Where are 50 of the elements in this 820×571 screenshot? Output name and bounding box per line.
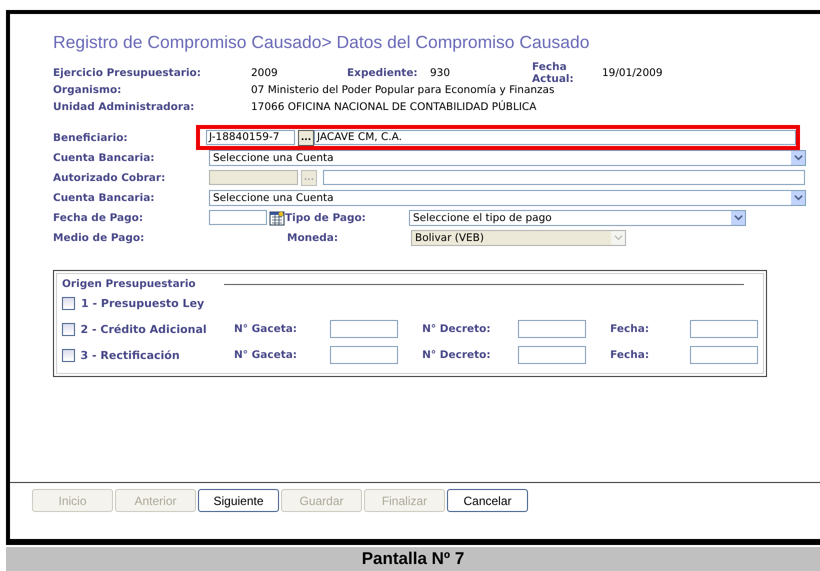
input-field[interactable]: J-18840159-7 (206, 130, 295, 145)
field-label: Tipo de Pago: (285, 212, 367, 224)
account-dropdown[interactable]: Seleccione una Cuenta (209, 190, 806, 206)
input-field[interactable] (518, 320, 586, 338)
input-field[interactable] (330, 320, 398, 338)
input-field[interactable] (690, 320, 758, 338)
field-label: Fecha: (610, 323, 650, 335)
checkbox-label: 1 - Presupuesto Ley (81, 296, 206, 310)
checkbox[interactable] (62, 322, 75, 336)
field-label: Unidad Administradora: (53, 100, 196, 112)
section-title: Origen Presupuestario (62, 278, 196, 290)
nav-button[interactable]: Siguiente (198, 489, 279, 512)
input-field[interactable] (518, 346, 586, 364)
field-label: Fecha de Pago: (53, 212, 144, 224)
field-value: 17066 OFICINA NACIONAL DE CONTABILIDAD PÚBLICA (251, 100, 536, 112)
field-label: Cuenta Bancaria: (53, 192, 156, 204)
field-value: 07 Ministerio del Poder Popular para Economía y Finanzas (251, 84, 554, 96)
page-title: Registro de Compromiso Causado> Datos del Compromiso Causado (53, 32, 590, 53)
date-field[interactable] (209, 210, 267, 225)
field-value: 930 (430, 66, 452, 78)
field-label: Fecha: (610, 349, 650, 361)
lookup-button[interactable]: ... (298, 130, 314, 146)
field-value: 19/01/2009 (602, 66, 663, 78)
field-label: N° Decreto: (422, 323, 492, 335)
account-dropdown[interactable]: Seleccione una Cuenta (209, 150, 806, 166)
checkbox[interactable] (62, 296, 75, 310)
field-label: Beneficiario: (53, 132, 129, 144)
input-field[interactable] (330, 346, 398, 364)
field-label: Cuenta Bancaria: (53, 152, 156, 164)
input-field[interactable]: JACAVE CM, C.A. (314, 130, 796, 145)
field-value: 2009 (251, 66, 279, 78)
payment-type-dropdown[interactable]: Seleccione el tipo de pago (409, 210, 746, 226)
nav-button[interactable]: Cancelar (447, 489, 528, 512)
field-label: N° Gaceta: (234, 323, 298, 335)
calendar-icon[interactable] (269, 210, 285, 226)
field-label: Moneda: (287, 232, 340, 244)
field-label: Fecha Actual: (532, 60, 575, 84)
field-label: Ejercicio Presupuestario: (53, 66, 202, 78)
checkbox[interactable] (62, 348, 75, 362)
caption: Pantalla Nº 7 (6, 547, 820, 571)
field-label: N° Gaceta: (234, 349, 298, 361)
field-label: N° Decreto: (422, 349, 492, 361)
input-field[interactable] (323, 170, 805, 185)
checkbox-label: 2 - Crédito Adicional (80, 322, 208, 336)
field-label: Organismo: (53, 84, 122, 96)
field-label: Medio de Pago: (53, 232, 146, 244)
field-label: Autorizado Cobrar: (53, 172, 166, 184)
checkbox-label: 3 - Rectificación (80, 348, 181, 362)
input-field[interactable] (690, 346, 758, 364)
field-label: Expediente: (347, 66, 419, 78)
